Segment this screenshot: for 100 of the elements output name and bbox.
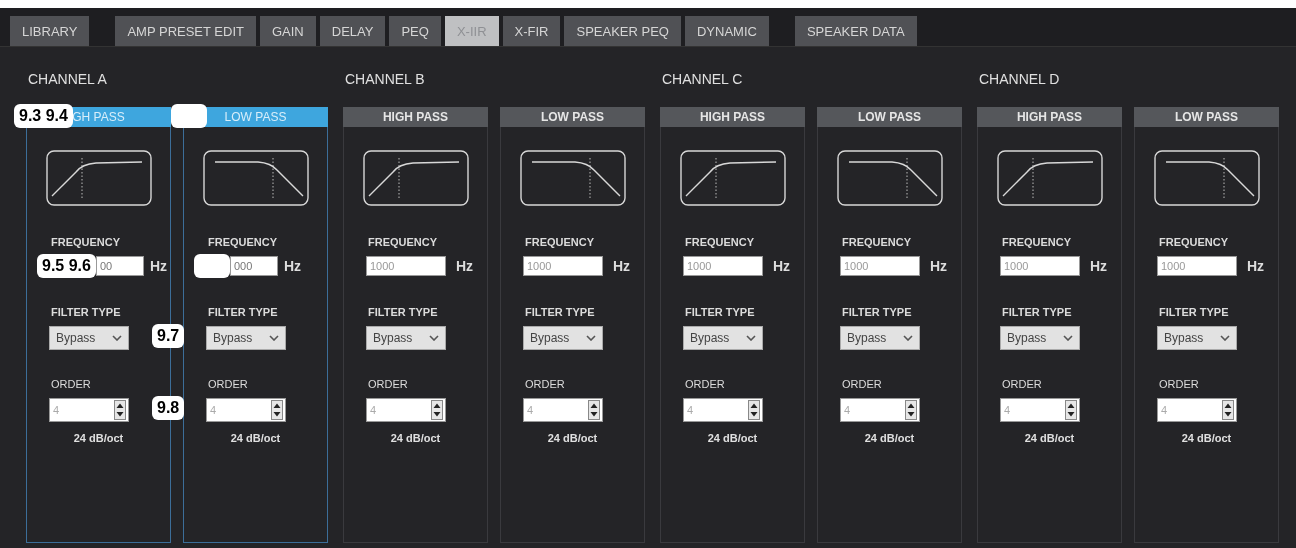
chevron-icon	[269, 335, 279, 341]
field-label: ORDER	[1159, 378, 1199, 390]
filter-header-bar[interactable]: HIGH PASS	[660, 107, 805, 127]
unit-label: Hz	[456, 258, 474, 274]
low-pass-curve-icon	[836, 150, 943, 206]
filter-title: HIGH PASS	[1016, 109, 1083, 126]
field-label: ORDER	[1002, 378, 1042, 390]
unit-label: Hz	[613, 258, 631, 274]
field-label: FREQUENCY	[208, 236, 278, 248]
tab[interactable]: AMP PRESET EDIT	[115, 16, 256, 46]
field-label: FREQUENCY	[368, 236, 438, 248]
low-pass-curve-icon	[1153, 150, 1260, 206]
frequency-field[interactable]: 1000	[523, 256, 603, 276]
tab[interactable]: GAIN	[259, 16, 316, 46]
field-label: FILTER TYPE	[525, 306, 595, 318]
field-label: FREQUENCY	[1159, 236, 1229, 248]
filter-type-dropdown[interactable]: Bypass	[1000, 326, 1080, 350]
filter-type-dropdown[interactable]: Bypass	[49, 326, 129, 350]
channel-heading: CHANNEL D	[978, 70, 1061, 89]
filter-header-bar[interactable]: HIGH PASS	[977, 107, 1122, 127]
slope-label: 24 dB/oct	[547, 432, 598, 444]
field-label: ORDER	[368, 378, 408, 390]
tab[interactable]: SPEAKER DATA	[794, 16, 917, 46]
field-label: ORDER	[842, 378, 882, 390]
slope-label: 24 dB/oct	[390, 432, 441, 444]
unit-label: Hz	[149, 258, 168, 274]
callout-tooltip: 9.3 9.4	[14, 104, 73, 128]
filter-header-bar[interactable]: LOW PASS	[500, 107, 645, 127]
filter-type-dropdown[interactable]: Bypass	[1157, 326, 1237, 350]
spinner-arrows-icon	[905, 400, 917, 420]
spinner-arrows-icon	[1222, 400, 1234, 420]
slope-label: 24 dB/oct	[1024, 432, 1075, 444]
blank-tooltip	[194, 254, 230, 278]
chevron-icon	[1063, 335, 1073, 341]
frequency-field[interactable]: 1000	[1000, 256, 1080, 276]
callout-tooltip: 9.8	[152, 396, 185, 420]
filter-title: LOW PASS	[1174, 109, 1239, 126]
high-pass-curve-icon	[45, 150, 152, 206]
filter-header-bar[interactable]: LOW PASS	[1134, 107, 1279, 127]
filter-title: HIGH PASS	[699, 109, 766, 126]
unit-label: Hz	[1247, 258, 1265, 274]
filter-type-dropdown[interactable]: Bypass	[206, 326, 286, 350]
filter-type-dropdown[interactable]: Bypass	[683, 326, 763, 350]
unit-label: Hz	[930, 258, 948, 274]
chevron-icon	[112, 335, 122, 341]
frequency-field[interactable]: 00	[95, 256, 144, 276]
field-label: ORDER	[525, 378, 565, 390]
slope-label: 24 dB/oct	[707, 432, 758, 444]
spinner-arrows-icon	[271, 400, 283, 420]
unit-label: Hz	[284, 258, 302, 274]
chevron-icon	[746, 335, 756, 341]
tab[interactable]: PEQ	[389, 16, 441, 46]
filter-type-dropdown[interactable]: Bypass	[366, 326, 446, 350]
chevron-icon	[903, 335, 913, 341]
field-label: FREQUENCY	[51, 236, 121, 248]
tab[interactable]: LIBRARY	[10, 16, 90, 46]
field-label: FILTER TYPE	[368, 306, 438, 318]
slope-label: 24 dB/oct	[864, 432, 915, 444]
field-label: FILTER TYPE	[1002, 306, 1072, 318]
field-label: FILTER TYPE	[685, 306, 755, 318]
low-pass-curve-icon	[202, 150, 309, 206]
filter-title: LOW PASS	[540, 109, 605, 126]
tab[interactable]: SPEAKER PEQ	[564, 16, 681, 46]
filter-title: LOW PASS	[857, 109, 922, 126]
field-label: FILTER TYPE	[208, 306, 278, 318]
frequency-field[interactable]: 1000	[683, 256, 763, 276]
tab[interactable]: DELAY	[319, 16, 386, 46]
filter-title: GH PASS	[72, 109, 125, 126]
spinner-arrows-icon	[114, 400, 126, 420]
filter-title: LOW PASS	[224, 109, 287, 126]
filter-type-dropdown[interactable]: Bypass	[523, 326, 603, 350]
frequency-field[interactable]: 1000	[840, 256, 920, 276]
chevron-icon	[429, 335, 439, 341]
tab[interactable]: DYNAMIC	[684, 16, 769, 46]
slope-label: 24 dB/oct	[1181, 432, 1232, 444]
filter-type-dropdown[interactable]: Bypass	[840, 326, 920, 350]
field-label: FILTER TYPE	[1159, 306, 1229, 318]
filter-header-bar[interactable]: LOW PASS	[817, 107, 962, 127]
frequency-field[interactable]: 000	[230, 256, 278, 276]
high-pass-curve-icon	[362, 150, 469, 206]
field-label: FREQUENCY	[525, 236, 595, 248]
callout-tooltip: 9.5 9.6	[37, 254, 96, 278]
channel-heading: CHANNEL A	[27, 70, 108, 89]
high-pass-curve-icon	[679, 150, 786, 206]
field-label: FREQUENCY	[685, 236, 755, 248]
frequency-field[interactable]: 1000	[366, 256, 446, 276]
filter-header-bar[interactable]: HIGH PASS	[343, 107, 488, 127]
spinner-arrows-icon	[431, 400, 443, 420]
spinner-arrows-icon	[748, 400, 760, 420]
frequency-field[interactable]: 1000	[1157, 256, 1237, 276]
callout-tooltip: 9.7	[152, 324, 185, 348]
field-label: FREQUENCY	[1002, 236, 1072, 248]
slope-label: 24 dB/oct	[230, 432, 281, 444]
high-pass-curve-icon	[996, 150, 1103, 206]
field-label: ORDER	[685, 378, 725, 390]
field-label: FILTER TYPE	[842, 306, 912, 318]
unit-label: Hz	[773, 258, 791, 274]
field-label: FILTER TYPE	[51, 306, 121, 318]
unit-label: Hz	[1090, 258, 1108, 274]
tab[interactable]: X-FIR	[502, 16, 561, 46]
